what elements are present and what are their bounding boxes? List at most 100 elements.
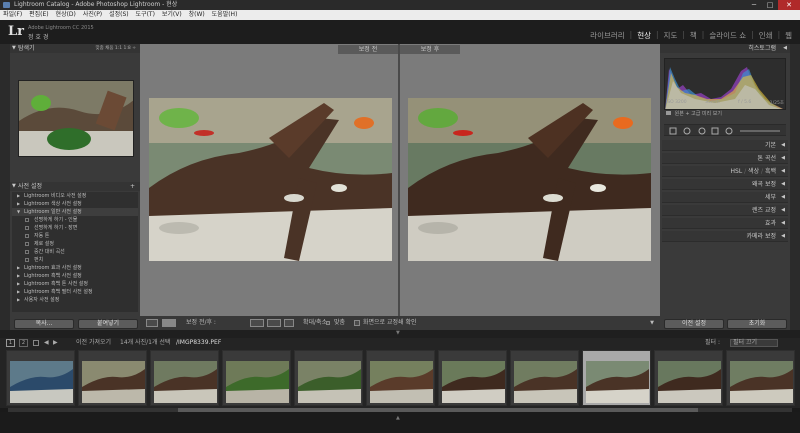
preset-folder[interactable]: ▼ Lightroom 일반 사전 설정	[12, 208, 138, 216]
filmstrip-thumbnail[interactable]	[654, 350, 723, 406]
preset-folder[interactable]: ▶ Lightroom 흑백 사전 설정	[12, 272, 138, 280]
back-arrow-icon[interactable]: ◀	[44, 338, 49, 348]
before-after-view-icon[interactable]	[162, 319, 176, 327]
preset-item[interactable]: 중간 대비 곡선	[12, 248, 138, 256]
preset-item[interactable]: 자동 톤	[12, 232, 138, 240]
minimize-button[interactable]: ─	[746, 0, 762, 10]
preset-item[interactable]: 선명하게 하기 - 장면	[12, 224, 138, 232]
filmstrip-top-handle[interactable]: ▼	[0, 330, 800, 338]
bw-tab[interactable]: 흑백	[765, 168, 776, 175]
module-book[interactable]: 책	[690, 30, 697, 41]
focal-length: 35mm	[705, 100, 720, 105]
section-basic[interactable]: 기본 ◀	[662, 140, 788, 151]
module-print[interactable]: 인쇄	[759, 30, 773, 41]
fit-label[interactable]: 맞춤	[334, 316, 345, 330]
menu-help[interactable]: 도움말(H)	[212, 11, 238, 18]
section-split-toning[interactable]: 왜곡 보정 ◀	[662, 179, 788, 190]
menu-window[interactable]: 창(W)	[189, 11, 205, 18]
filmstrip-thumbnail[interactable]	[726, 350, 795, 406]
filmstrip-thumbnail[interactable]	[438, 350, 507, 406]
zoom-slider-handle[interactable]	[326, 321, 330, 325]
menu-settings[interactable]: 설정(S)	[109, 11, 129, 18]
preset-folder[interactable]: ▶ Lightroom 색상 사전 설정	[12, 200, 138, 208]
collapsed-triangle-icon: ▶	[17, 289, 21, 294]
filmstrip-thumbnail[interactable]	[294, 350, 363, 406]
hsl-tab[interactable]: HSL	[731, 168, 743, 175]
loupe-view-icon[interactable]	[146, 319, 158, 327]
preset-label: 선명하게 하기 - 장면	[34, 225, 78, 231]
copy-before-to-after-icon[interactable]	[250, 319, 264, 327]
histogram-header[interactable]: 히스토그램 ◀	[660, 44, 790, 53]
presets-header[interactable]: ▼ 사전 설정 +	[10, 182, 140, 191]
preset-folder[interactable]: ▶ Lightroom 흑백 톤 사전 설정	[12, 280, 138, 288]
softproof-checkbox[interactable]	[354, 320, 360, 326]
preset-label: 자동 톤	[34, 233, 50, 239]
section-effects[interactable]: 효과 ◀	[662, 218, 788, 229]
module-web[interactable]: 웹	[785, 30, 792, 41]
preset-item[interactable]: 제로 설정	[12, 240, 138, 248]
brush-slider	[740, 130, 780, 132]
menu-develop[interactable]: 현상(D)	[56, 11, 76, 18]
color-tab[interactable]: 색상	[748, 168, 759, 175]
navigator-header[interactable]: ▼ 탐색기 맞춤 채움 1:1 1:8 ÷	[10, 44, 140, 53]
close-button[interactable]: ✕	[778, 0, 800, 10]
section-detail[interactable]: 세부 ◀	[662, 192, 788, 203]
preset-label: Lightroom 효과 사전 설정	[24, 265, 82, 271]
page-1-button[interactable]: 1	[6, 339, 15, 347]
filmstrip-thumbnail[interactable]	[150, 350, 219, 406]
radial-filter-icon	[725, 127, 733, 135]
filmstrip-thumbnail[interactable]	[510, 350, 579, 406]
left-edge-strip[interactable]	[0, 44, 10, 330]
module-library[interactable]: 라이브러리	[590, 30, 625, 41]
filmstrip-thumbnail[interactable]	[6, 350, 75, 406]
filmstrip-thumbnail[interactable]	[222, 350, 291, 406]
section-lens-corrections[interactable]: 렌즈 교정 ◀	[662, 205, 788, 216]
filmstrip-thumbnail[interactable]	[78, 350, 147, 406]
forward-arrow-icon[interactable]: ▶	[53, 338, 58, 348]
preset-label: 펀치	[34, 257, 44, 263]
copy-after-to-before-icon[interactable]	[267, 319, 281, 327]
preset-item[interactable]: 선명하게 하기 - 인물	[12, 216, 138, 224]
menu-photo[interactable]: 사진(P)	[83, 11, 102, 18]
section-hsl[interactable]: HSL / 색상 / 흑백 ◀	[662, 166, 788, 177]
preset-folder[interactable]: ▶ Lightroom 효과 사전 설정	[12, 264, 138, 272]
maximize-button[interactable]: □	[762, 0, 778, 10]
menu-file[interactable]: 파일(F)	[3, 11, 22, 18]
menu-view[interactable]: 보기(V)	[162, 11, 182, 18]
preset-folder[interactable]: ▶ Lightroom 흑백 필터 사전 설정	[12, 288, 138, 296]
paste-button[interactable]: 붙여넣기	[78, 319, 138, 329]
previous-button[interactable]: 이전 설정	[664, 319, 724, 329]
grid-icon[interactable]	[33, 340, 39, 346]
module-map[interactable]: 지도	[664, 30, 678, 41]
right-edge-strip[interactable]	[790, 44, 800, 330]
after-photo[interactable]	[408, 98, 651, 261]
source-label[interactable]: 이전 가져오기	[76, 338, 111, 348]
page-2-button[interactable]: 2	[19, 339, 28, 347]
module-develop[interactable]: 현상	[637, 30, 651, 41]
section-camera-calibration[interactable]: 카메라 보정 ◀	[662, 231, 788, 242]
navigator-zoom-options[interactable]: 맞춤 채움 1:1 1:8 ÷	[95, 44, 136, 53]
preset-icon	[25, 250, 29, 254]
module-separator: |	[682, 30, 685, 39]
after-header: 보정 후	[400, 45, 460, 54]
swap-icon[interactable]	[284, 319, 294, 327]
thumbnail-photo	[154, 361, 217, 403]
copy-button[interactable]: 복사...	[14, 319, 74, 329]
section-tone-curve[interactable]: 톤 곡선 ◀	[662, 153, 788, 164]
module-separator: |	[629, 30, 633, 39]
add-preset-button[interactable]: +	[130, 182, 135, 191]
collapse-triangle-icon[interactable]: ▲	[396, 415, 400, 421]
menu-edit[interactable]: 편집(E)	[29, 11, 49, 18]
navigator-preview[interactable]	[18, 80, 134, 157]
preset-item[interactable]: 펀치	[12, 256, 138, 264]
before-photo[interactable]	[149, 98, 392, 261]
filter-dropdown[interactable]: 필터 끄기	[730, 339, 778, 347]
preset-folder[interactable]: ▶ 사용자 사전 설정	[12, 296, 138, 304]
reset-button[interactable]: 초기화	[727, 319, 787, 329]
module-slideshow[interactable]: 슬라이드 쇼	[709, 30, 746, 41]
filmstrip-thumbnail[interactable]	[366, 350, 435, 406]
filmstrip-thumbnail[interactable]	[582, 350, 651, 406]
toolbar-menu-chevron-icon[interactable]: ▼	[650, 316, 654, 330]
preset-folder[interactable]: ▶ Lightroom 비디오 사전 설정	[12, 192, 138, 200]
menu-tools[interactable]: 도구(T)	[136, 11, 155, 18]
